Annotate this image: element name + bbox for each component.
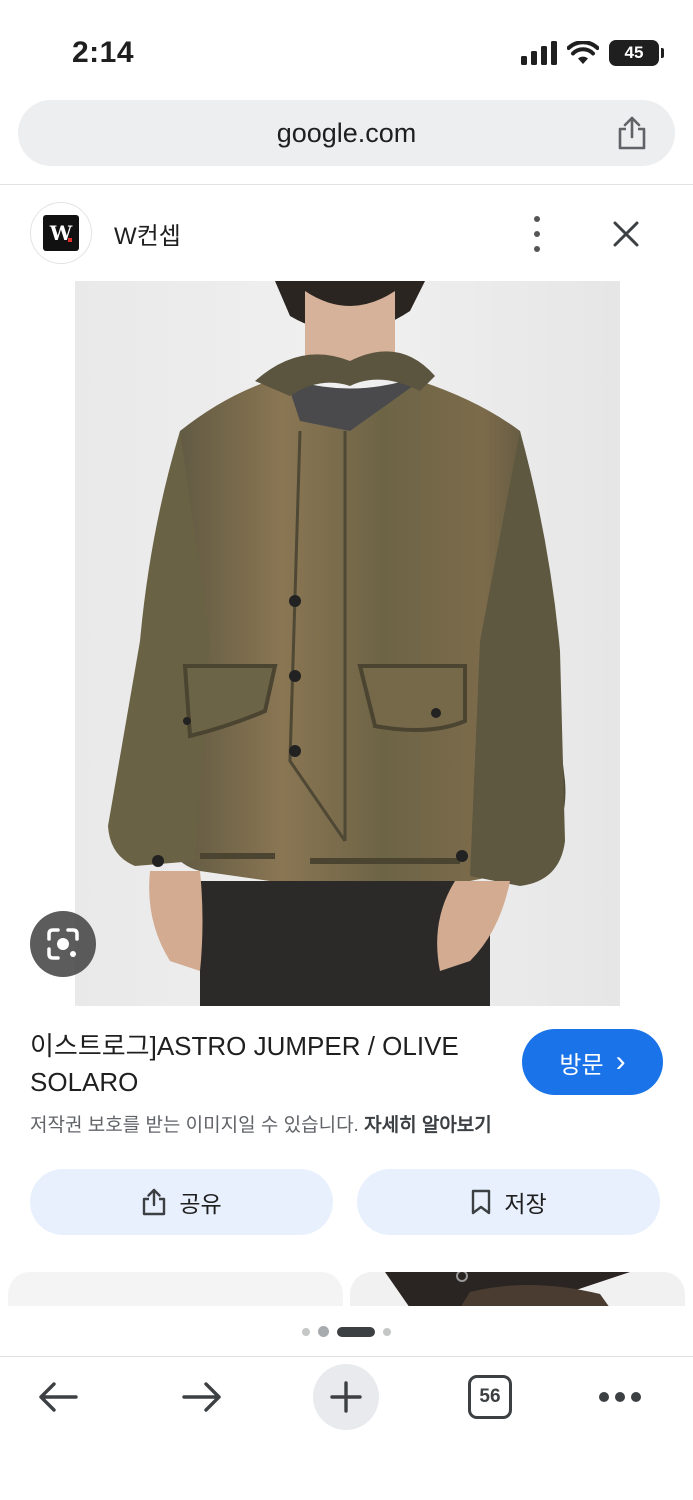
battery-icon: 45 bbox=[609, 40, 664, 66]
divider bbox=[0, 184, 693, 185]
jacket-photo bbox=[0, 281, 693, 1006]
copyright-text: 저작권 보호를 받는 이미지일 수 있습니다. bbox=[30, 1115, 359, 1136]
chevron-right-icon: › bbox=[615, 1045, 626, 1078]
status-time: 2:14 bbox=[72, 36, 135, 69]
share-icon bbox=[143, 1188, 166, 1216]
tabs-button[interactable]: 56 bbox=[457, 1364, 523, 1430]
share-button[interactable]: 공유 bbox=[30, 1169, 333, 1235]
save-label: 저장 bbox=[504, 1191, 547, 1217]
more-button[interactable] bbox=[587, 1364, 653, 1430]
related-image-card[interactable] bbox=[350, 1272, 685, 1308]
back-icon bbox=[39, 1382, 78, 1412]
forward-button[interactable] bbox=[169, 1364, 235, 1430]
wifi-icon bbox=[567, 41, 599, 64]
address-url[interactable]: google.com bbox=[18, 118, 675, 149]
related-image-card[interactable] bbox=[8, 1272, 343, 1308]
more-horiz-icon bbox=[599, 1392, 641, 1402]
tabs-icon: 56 bbox=[468, 1375, 512, 1419]
source-logo[interactable]: W bbox=[30, 202, 92, 264]
copyright-notice: 저작권 보호를 받는 이미지일 수 있습니다. 자세히 알아보기 bbox=[30, 1110, 492, 1137]
visit-button[interactable]: 방문 › bbox=[522, 1029, 663, 1095]
battery-level: 45 bbox=[624, 43, 644, 62]
share-label: 공유 bbox=[179, 1191, 222, 1217]
divider bbox=[0, 1356, 693, 1357]
product-title[interactable]: 이스트로그]ASTRO JUMPER / OLIVE SOLARO bbox=[30, 1028, 490, 1100]
source-header: W W컨셉 bbox=[0, 186, 693, 280]
plus-icon bbox=[330, 1381, 362, 1413]
lens-icon bbox=[47, 928, 79, 960]
back-button[interactable] bbox=[25, 1364, 91, 1430]
status-bar: 2:14 45 bbox=[0, 0, 693, 96]
new-tab-button[interactable] bbox=[313, 1364, 379, 1430]
related-image-thumbnail bbox=[385, 1272, 630, 1308]
more-vert-icon[interactable] bbox=[527, 216, 547, 252]
bookmark-icon bbox=[472, 1189, 491, 1215]
share-icon[interactable] bbox=[613, 114, 651, 152]
product-image[interactable] bbox=[0, 281, 693, 1006]
pager-dot-active bbox=[337, 1326, 375, 1337]
lens-button[interactable] bbox=[30, 911, 96, 977]
signal-icon bbox=[521, 41, 557, 65]
visit-label: 방문 bbox=[559, 1051, 604, 1079]
pager-dot bbox=[302, 1327, 310, 1336]
save-button[interactable]: 저장 bbox=[357, 1169, 660, 1235]
status-icons: 45 bbox=[521, 40, 664, 66]
forward-icon bbox=[182, 1382, 221, 1412]
pager-dots bbox=[0, 1326, 693, 1337]
learn-more-link[interactable]: 자세히 알아보기 bbox=[364, 1115, 492, 1136]
source-name[interactable]: W컨셉 bbox=[114, 216, 181, 251]
close-icon[interactable] bbox=[606, 214, 646, 254]
pager-dot bbox=[383, 1327, 391, 1336]
pager-dot bbox=[318, 1326, 329, 1337]
address-bar[interactable]: google.com bbox=[18, 100, 675, 166]
